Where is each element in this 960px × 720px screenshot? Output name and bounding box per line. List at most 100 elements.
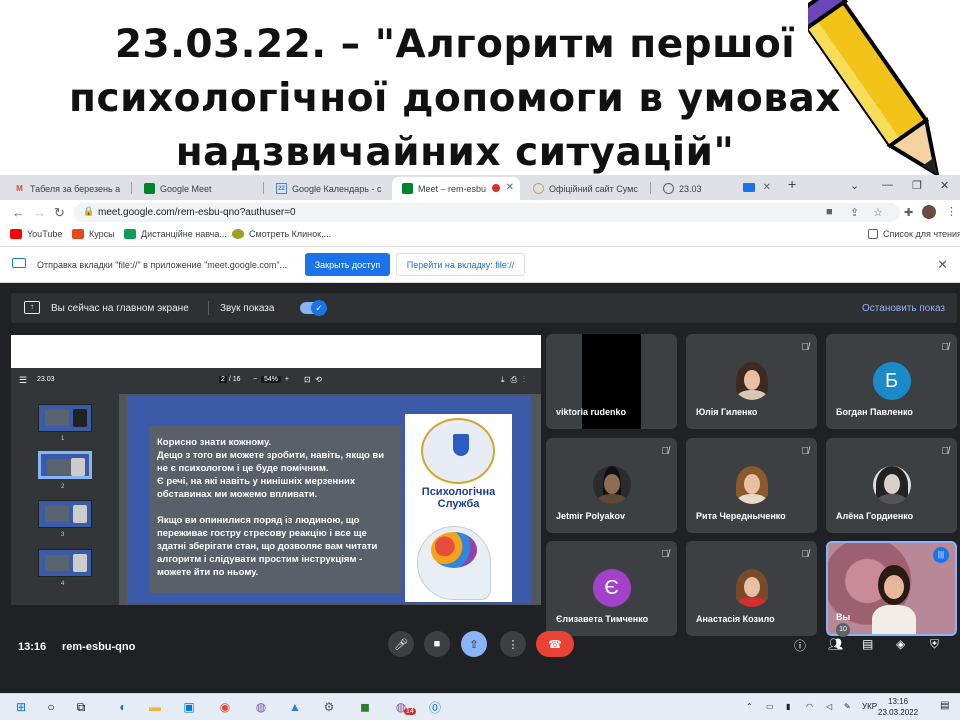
download-icon[interactable]: ⤓ [501,375,511,384]
edge-icon[interactable]: ◐ [114,698,132,716]
language-indicator[interactable]: УКР [862,702,877,711]
go-to-tab-button[interactable]: Перейти на вкладку: file:// [396,253,525,276]
close-icon[interactable]: ✕ [937,257,948,273]
system-clock[interactable]: 13:16 23.03.2022 [878,696,918,718]
calendar-icon: 22 [276,183,287,194]
participant-tile[interactable]: 🎙̸ Рита Чередныченко [686,438,817,533]
participants-count-badge: 10 [836,623,850,637]
lock-icon[interactable]: 🔒 [83,206,94,217]
bookmark-youtube[interactable]: YouTube [10,229,62,239]
reload-icon[interactable]: ↻ [54,205,65,221]
bookmark-klinok[interactable]: Смотреть Клинок,... [232,229,331,239]
chat-icon[interactable]: ▤ [862,637,873,651]
check-icon: ✓ [311,300,327,316]
participant-tile[interactable]: 🎙̸ Б Богдан Павленко [826,334,957,429]
volume-icon[interactable]: ◁ [826,702,832,711]
info-icon[interactable]: ⓘ [794,637,806,654]
avatar [872,466,911,504]
thumbnail-1[interactable] [38,404,92,432]
settings-gear-icon[interactable]: ⚙ [320,698,338,716]
sound-toggle[interactable]: ✓ [300,300,327,316]
search-icon[interactable]: ○ [42,698,60,716]
chrome-icon[interactable]: ◉ [216,698,234,716]
print-icon[interactable]: ⎙ [511,375,523,384]
notifications-icon[interactable]: ▤ [940,700,949,711]
back-icon[interactable]: ← [12,205,25,220]
host-controls-icon[interactable]: ⛨ [930,637,939,652]
tab-3-active[interactable]: Meet – rem-esbu ✕ [392,177,520,200]
wifi-icon[interactable]: ◠ [806,702,813,711]
close-access-button[interactable]: Закрыть доступ [305,253,390,276]
thumbnail-4[interactable] [38,549,92,577]
courses-icon [72,229,84,239]
activities-icon[interactable]: ◈ [896,637,905,651]
participant-tile[interactable]: 🎙̸ Юлія Гиленко [686,334,817,429]
tab-4[interactable]: Офіційний сайт Сумс [523,177,647,200]
pen-icon[interactable]: ✎ [844,702,851,711]
close-tab-icon[interactable]: ✕ [506,182,514,193]
camera-in-use-icon[interactable]: ■ [826,206,833,218]
close-tab-icon[interactable]: ✕ [763,182,771,193]
thumbnail-3[interactable] [38,500,92,528]
avatar [733,466,771,504]
more-icon[interactable]: ⋮ [523,375,531,384]
new-tab-icon[interactable]: + [788,176,796,192]
page-input[interactable]: 2 [219,376,227,383]
close-window-icon[interactable]: ✕ [940,179,949,192]
stop-presenting-button[interactable]: Остановить показ [862,303,945,314]
windows-start-icon[interactable]: ⊞ [12,698,30,716]
viber-icon[interactable]: ◍ [252,698,270,716]
bookmark-distance[interactable]: Дистанційне навча... [124,229,227,239]
network-icon[interactable]: ▭ [766,702,774,711]
task-view-icon[interactable]: ⧉ [72,698,90,716]
profile-avatar[interactable] [922,205,936,219]
zoom-out-icon[interactable]: − [253,376,257,383]
participant-name: Юлія Гиленко [696,407,758,417]
share-icon[interactable]: ⇪ [850,206,859,219]
clock-date: 23.03.2022 [878,708,919,717]
camera-button[interactable]: ■ [424,631,450,657]
psych-service-logo: Психологічна Служба [405,414,512,516]
store-icon[interactable]: ▣ [180,698,198,716]
people-icon[interactable]: 👥︎ [828,637,843,651]
omnibox[interactable]: 🔒 meet.google.com/rem-esbu-qno?authuser=… [74,203,900,222]
site-icon [533,183,544,194]
present-button[interactable]: ⇧ [461,631,487,657]
zoom-in-icon[interactable]: + [285,376,289,383]
minimize-icon[interactable]: — [882,179,893,191]
tab-1[interactable]: Google Meet [134,177,260,200]
thumbnail-sidebar: 1 2 3 4 [11,394,119,605]
participant-tile[interactable]: 🎙̸ Jetmir Polyakov [546,438,677,533]
forward-icon[interactable]: → [33,205,46,220]
app-icon[interactable]: ◼ [356,698,374,716]
skype-icon[interactable]: ⓪ [426,698,444,716]
notification-badge: 14 [404,708,416,715]
tab-search-icon[interactable]: ⌄ [850,179,859,192]
leave-call-button[interactable]: ☎ [536,631,574,657]
more-options-button[interactable]: ⋮ [500,631,526,657]
bookmark-star-icon[interactable]: ☆ [873,206,883,219]
bookmarks-bar: YouTube Курсы Дистанційне навча... Смотр… [0,225,960,247]
photos-icon[interactable]: ▲ [286,698,304,716]
menu-dots-icon[interactable]: ⋮ [946,205,957,218]
bookmark-courses[interactable]: Курсы [72,229,115,239]
tab-2[interactable]: 22 Google Календарь - с [266,177,390,200]
tab-5[interactable]: 23.03 ✕ [653,177,777,200]
mic-off-icon: 🎙̸ [801,446,810,457]
mic-button[interactable]: 🎤︎ [388,631,414,657]
fit-page-icon[interactable]: ⊡ ⟲ [304,375,322,384]
thumbnail-2[interactable] [38,451,92,479]
reading-list[interactable]: Список для чтения [868,229,960,239]
file-explorer-icon[interactable]: ▬ [146,698,164,716]
extensions-icon[interactable]: ✚ [904,206,913,219]
avatar: Б [872,362,911,400]
tab-0[interactable]: M Табеля за березень а [4,177,128,200]
chevron-up-icon[interactable]: ⌃ [746,702,753,711]
participant-tile[interactable]: 🎙̸ Алёна Гордиенко [826,438,957,533]
zoom-value[interactable]: 54% [260,376,281,383]
menu-icon[interactable]: ☰ [19,375,27,386]
avatar [733,362,771,400]
restore-icon[interactable]: ❐ [912,179,922,192]
participant-tile[interactable]: viktoria rudenko [546,334,677,429]
battery-icon[interactable]: ▮ [786,702,790,711]
